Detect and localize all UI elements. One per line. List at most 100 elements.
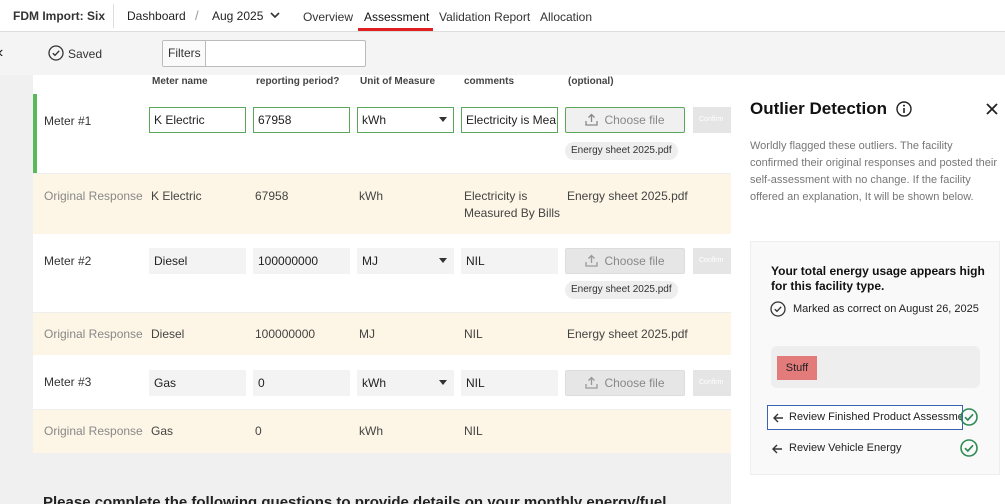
confirm-button[interactable]: Confirm — [693, 248, 731, 274]
review-finished-product-link[interactable]: Review Finished Product Assessment — [767, 405, 963, 430]
check-circle-icon — [960, 439, 978, 457]
chevron-down-icon — [439, 380, 447, 385]
check-circle-icon — [960, 408, 978, 426]
choose-file-label: Choose file — [604, 113, 665, 127]
header-reporting-period: reporting period? — [256, 76, 340, 87]
breadcrumb-separator: / — [195, 8, 199, 23]
unit-value: MJ — [362, 254, 378, 268]
unit-select[interactable]: MJ — [357, 248, 454, 274]
choose-file-button[interactable]: Choose file — [565, 248, 685, 274]
top-nav: FDM Import: Six Dashboard / Aug 2025 Ove… — [0, 0, 1005, 32]
row-label: Meter #3 — [44, 375, 92, 389]
back-icon[interactable]: ‹ — [0, 44, 3, 62]
arrow-left-icon — [773, 413, 783, 423]
meter-name-field[interactable]: K Electric — [149, 107, 246, 133]
check-circle-icon — [48, 45, 64, 61]
row-label: Original Response — [44, 424, 143, 438]
period-select[interactable]: Aug 2025 — [212, 9, 263, 23]
table-row: Meter #2 Diesel 100000000 MJ NIL Choose … — [33, 234, 731, 313]
confirm-button[interactable]: Confirm — [693, 107, 731, 133]
review-vehicle-energy-link[interactable]: Review Vehicle Energy — [767, 437, 963, 462]
reporting-value-field[interactable]: 67958 — [253, 107, 350, 133]
original-comment-line1: Electricity is — [464, 189, 528, 203]
table-row: Original Response Diesel 100000000 MJ NI… — [33, 313, 731, 355]
app-title: FDM Import: Six — [13, 9, 105, 23]
original-unit: kWh — [359, 424, 383, 438]
original-file: Energy sheet 2025.pdf — [567, 327, 688, 341]
original-value: 67958 — [255, 189, 289, 203]
comment-field[interactable]: NIL — [461, 370, 558, 396]
unit-value: kWh — [362, 113, 386, 127]
choose-file-button[interactable]: Choose file — [565, 370, 685, 396]
meter-name-field[interactable]: Gas — [149, 370, 246, 396]
explanation-tag: Stuff — [777, 356, 817, 380]
header-comments: comments — [464, 76, 515, 87]
check-circle-icon — [770, 301, 786, 317]
table-row: Meter #1 K Electric 67958 kWh Electricit… — [33, 94, 731, 174]
row-label: Original Response — [44, 327, 143, 341]
outlier-panel: Outlier Detection Worldly flagged these … — [731, 75, 1005, 504]
upload-icon — [585, 113, 599, 126]
original-comment: NIL — [464, 424, 483, 438]
table-row: Original Response K Electric 67958 kWh E… — [33, 174, 731, 234]
filters-label: Filters — [163, 41, 206, 66]
tab-validation-report[interactable]: Validation Report — [439, 10, 530, 24]
choose-file-label: Choose file — [604, 376, 665, 390]
original-name: Diesel — [151, 327, 185, 341]
original-name: K Electric — [151, 189, 202, 203]
original-unit: kWh — [359, 189, 383, 203]
tab-allocation[interactable]: Allocation — [540, 10, 592, 24]
tab-overview[interactable]: Overview — [303, 10, 353, 24]
divider — [113, 4, 114, 28]
header-unit: Unit of Measure — [360, 76, 436, 87]
row-label: Original Response — [44, 189, 143, 203]
table-row: Original Response Gas 0 kWh NIL — [33, 410, 731, 453]
toolbar: ‹ Saved — [0, 32, 1005, 75]
file-attachment[interactable]: Energy sheet 2025.pdf — [565, 281, 678, 299]
confirm-button[interactable]: Confirm — [693, 370, 731, 396]
unit-select[interactable]: kWh — [357, 107, 454, 133]
breadcrumb-dashboard[interactable]: Dashboard — [127, 9, 186, 23]
original-name: Gas — [151, 424, 174, 438]
explanation-box: Stuff — [771, 346, 980, 388]
panel-title: Outlier Detection — [750, 99, 887, 118]
original-value: 0 — [255, 424, 262, 438]
section-prompt: Please complete the following questions … — [43, 494, 667, 504]
tab-assessment[interactable]: Assessment — [364, 10, 429, 24]
filters-input[interactable] — [207, 41, 365, 66]
header-optional: (optional) — [568, 76, 614, 87]
row-label: Meter #1 — [44, 114, 92, 128]
original-unit: MJ — [359, 327, 375, 341]
chevron-down-icon[interactable] — [270, 10, 280, 20]
filters-box: Filters — [162, 40, 366, 67]
comment-field[interactable]: NIL — [461, 248, 558, 274]
unit-select[interactable]: kWh — [357, 370, 454, 396]
row-label: Meter #2 — [44, 254, 92, 268]
assessment-table: Meter name reporting period? Unit of Mea… — [33, 75, 731, 453]
reporting-value-field[interactable]: 0 — [253, 370, 350, 396]
comment-field[interactable]: Electricity is Mea — [461, 107, 558, 133]
choose-file-label: Choose file — [604, 254, 665, 268]
saved-status: Saved — [68, 47, 103, 61]
outlier-card: Your total energy usage appears high for… — [750, 241, 1000, 475]
edited-indicator — [33, 94, 37, 173]
upload-icon — [585, 254, 599, 267]
meter-name-field[interactable]: Diesel — [149, 248, 246, 274]
review-label: Review Vehicle Energy — [789, 442, 902, 454]
original-value: 100000000 — [255, 327, 316, 341]
unit-value: kWh — [362, 376, 386, 390]
outlier-title: Your total energy usage appears high for… — [771, 264, 985, 293]
file-attachment[interactable]: Energy sheet 2025.pdf — [565, 142, 678, 160]
review-label: Review Finished Product Assessment — [789, 411, 963, 423]
close-icon[interactable] — [985, 102, 999, 116]
arrow-left-icon — [772, 444, 782, 454]
info-icon[interactable] — [896, 101, 912, 117]
choose-file-button[interactable]: Choose file — [565, 107, 685, 133]
active-tab-indicator — [358, 28, 433, 31]
marked-status: Marked as correct on August 26, 2025 — [793, 303, 979, 315]
original-file: Energy sheet 2025.pdf — [567, 189, 688, 203]
header-meter-name: Meter name — [152, 76, 208, 87]
table-row: Meter #3 Gas 0 kWh NIL Choose file Confi… — [33, 355, 731, 410]
reporting-value-field[interactable]: 100000000 — [253, 248, 350, 274]
chevron-down-icon — [439, 117, 447, 122]
